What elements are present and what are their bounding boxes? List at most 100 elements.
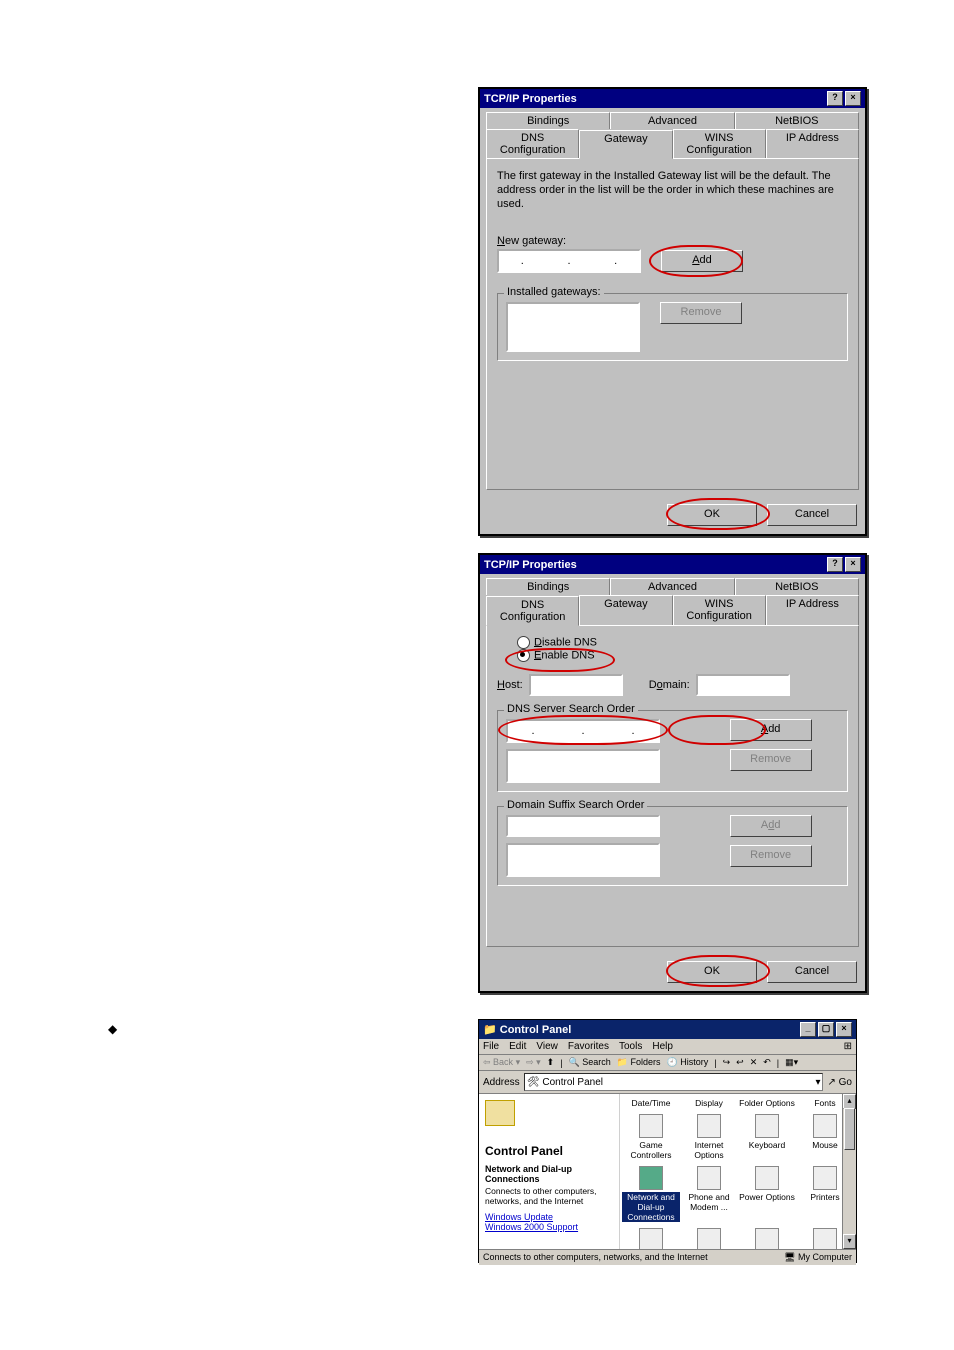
menu-favorites[interactable]: Favorites <box>568 1041 609 1052</box>
tab-netbios[interactable]: NetBIOS <box>735 578 859 595</box>
icon-internet-options[interactable]: Internet Options <box>680 1114 738 1160</box>
icon-scanners-cameras[interactable]: Scanners and Cameras <box>680 1228 738 1249</box>
icon-power-options[interactable]: Power Options <box>738 1166 796 1222</box>
folders-button[interactable]: 📁 Folders <box>617 1057 661 1068</box>
tab-wins-config[interactable]: WINS Configuration <box>673 595 766 625</box>
tab-bindings[interactable]: Bindings <box>486 578 610 595</box>
tab-row-1: Bindings Advanced NetBIOS <box>480 574 865 595</box>
link-windows-update[interactable]: Windows Update <box>485 1212 613 1222</box>
icon-regional-options[interactable]: Regional Options <box>622 1228 680 1249</box>
bullet-icon: ◆ <box>108 1022 117 1036</box>
icon-network-connections[interactable]: Network and Dial-up Connections <box>622 1166 680 1222</box>
scroll-up-icon[interactable]: ▴ <box>843 1094 856 1109</box>
domain-input[interactable] <box>696 674 790 696</box>
toolbar: ⇦ Back ▾ ⇨ ▾ ⬆ | 🔍 Search 📁 Folders 🕘 Hi… <box>479 1055 856 1071</box>
copy-to-icon[interactable]: ↩ <box>736 1057 744 1068</box>
status-bar: Connects to other computers, networks, a… <box>479 1249 856 1265</box>
help-icon[interactable]: ? <box>827 91 843 106</box>
dns-server-input[interactable]: ... <box>506 719 660 743</box>
ok-button[interactable]: OK <box>667 961 757 983</box>
search-button[interactable]: 🔍 Search <box>569 1057 611 1068</box>
cp-icon-view: Date/Time Display Folder Options Fonts G… <box>620 1094 856 1249</box>
address-label: Address <box>483 1077 520 1088</box>
up-button[interactable]: ⬆ <box>547 1057 555 1068</box>
menu-tools[interactable]: Tools <box>619 1041 642 1052</box>
move-to-icon[interactable]: ↪ <box>723 1057 731 1068</box>
address-bar: Address 🛠 Control Panel ▾ ↗ Go <box>479 1071 856 1094</box>
close-icon[interactable]: × <box>845 557 861 572</box>
close-icon[interactable]: × <box>845 91 861 106</box>
enable-dns-radio[interactable]: Enable DNS <box>517 649 848 662</box>
tab-row-2: DNS Configuration Gateway WINS Configura… <box>480 595 865 625</box>
installed-gateways-label: Installed gateways: <box>504 286 604 298</box>
disable-dns-radio[interactable]: Disable DNS <box>517 636 848 649</box>
dns-server-list[interactable] <box>506 749 660 783</box>
icon-date-time[interactable]: Date/Time <box>622 1098 680 1108</box>
link-windows-2000-support[interactable]: Windows 2000 Support <box>485 1222 613 1232</box>
new-gateway-label: New gateway: <box>497 235 848 247</box>
menu-help[interactable]: Help <box>652 1041 673 1052</box>
suffix-remove-button: Remove <box>730 845 812 867</box>
tab-advanced[interactable]: Advanced <box>610 578 734 595</box>
tab-dns-config[interactable]: DNS Configuration <box>486 129 579 158</box>
windows-flag-icon: ⊞ <box>844 1041 852 1052</box>
new-gateway-input[interactable]: ... <box>497 249 641 273</box>
tab-row-2: DNS Configuration Gateway WINS Configura… <box>480 129 865 158</box>
tab-bindings[interactable]: Bindings <box>486 112 610 129</box>
tab-ip-address[interactable]: IP Address <box>766 129 859 158</box>
back-button[interactable]: ⇦ Back ▾ <box>483 1057 520 1068</box>
scroll-thumb[interactable] <box>844 1108 855 1150</box>
dropdown-icon[interactable]: ▾ <box>815 1077 820 1088</box>
scroll-down-icon[interactable]: ▾ <box>843 1234 856 1249</box>
tab-gateway[interactable]: Gateway <box>579 130 672 159</box>
tab-wins-config[interactable]: WINS Configuration <box>673 129 766 158</box>
icon-scheduled-tasks[interactable]: Scheduled Tasks <box>738 1228 796 1249</box>
icon-display[interactable]: Display <box>680 1098 738 1108</box>
suffix-input[interactable] <box>506 815 660 837</box>
help-icon[interactable]: ? <box>827 557 843 572</box>
menu-edit[interactable]: Edit <box>509 1041 526 1052</box>
cancel-button[interactable]: Cancel <box>767 961 857 983</box>
tab-dns-config[interactable]: DNS Configuration <box>486 596 579 626</box>
tab-ip-address[interactable]: IP Address <box>766 595 859 625</box>
suffix-list[interactable] <box>506 843 660 877</box>
remove-button: Remove <box>660 302 742 324</box>
ok-button[interactable]: OK <box>667 504 757 526</box>
undo-icon[interactable]: ↶ <box>763 1057 771 1068</box>
icon-keyboard[interactable]: Keyboard <box>738 1114 796 1160</box>
maximize-icon[interactable]: ▢ <box>818 1022 834 1037</box>
help-text: The first gateway in the Installed Gatew… <box>497 169 848 211</box>
history-button[interactable]: 🕘 History <box>667 1057 709 1068</box>
cp-selected-desc: Connects to other computers, networks, a… <box>485 1186 613 1206</box>
cp-selected-title: Network and Dial-up Connections <box>485 1164 613 1184</box>
domain-suffix-order-label: Domain Suffix Search Order <box>504 799 647 811</box>
tcpip-properties-gateway: TCP/IP Properties ? × Bindings Advanced … <box>478 87 867 536</box>
icon-game-controllers[interactable]: Game Controllers <box>622 1114 680 1160</box>
minimize-icon[interactable]: _ <box>800 1022 816 1037</box>
dns-panel: Disable DNS Enable DNS Host: Domain: DNS… <box>486 625 859 947</box>
menu-view[interactable]: View <box>536 1041 558 1052</box>
cancel-button[interactable]: Cancel <box>767 504 857 526</box>
forward-button[interactable]: ⇨ ▾ <box>526 1057 541 1068</box>
close-icon[interactable]: × <box>836 1022 852 1037</box>
tab-advanced[interactable]: Advanced <box>610 112 734 129</box>
tab-row-1: Bindings Advanced NetBIOS <box>480 108 865 129</box>
dns-server-order-group: DNS Server Search Order ... Add Remove <box>497 710 848 792</box>
icon-phone-modem[interactable]: Phone and Modem ... <box>680 1166 738 1222</box>
scrollbar[interactable]: ▴ ▾ <box>842 1094 856 1249</box>
delete-icon[interactable]: ✕ <box>750 1057 758 1068</box>
go-button[interactable]: ↗ Go <box>827 1077 852 1088</box>
domain-suffix-order-group: Domain Suffix Search Order Add Remove <box>497 806 848 886</box>
dns-add-button[interactable]: Add <box>730 719 812 741</box>
tab-netbios[interactable]: NetBIOS <box>735 112 859 129</box>
tab-gateway[interactable]: Gateway <box>579 595 672 625</box>
installed-gateways-list[interactable] <box>506 302 640 352</box>
host-input[interactable] <box>529 674 623 696</box>
menu-file[interactable]: File <box>483 1041 499 1052</box>
views-button[interactable]: ▦▾ <box>785 1057 798 1068</box>
titlebar: TCP/IP Properties ? × <box>480 555 865 574</box>
icon-folder-options[interactable]: Folder Options <box>738 1098 796 1108</box>
address-field[interactable]: 🛠 Control Panel ▾ <box>524 1073 824 1091</box>
titlebar: TCP/IP Properties ? × <box>480 89 865 108</box>
add-button[interactable]: Add <box>661 250 743 272</box>
